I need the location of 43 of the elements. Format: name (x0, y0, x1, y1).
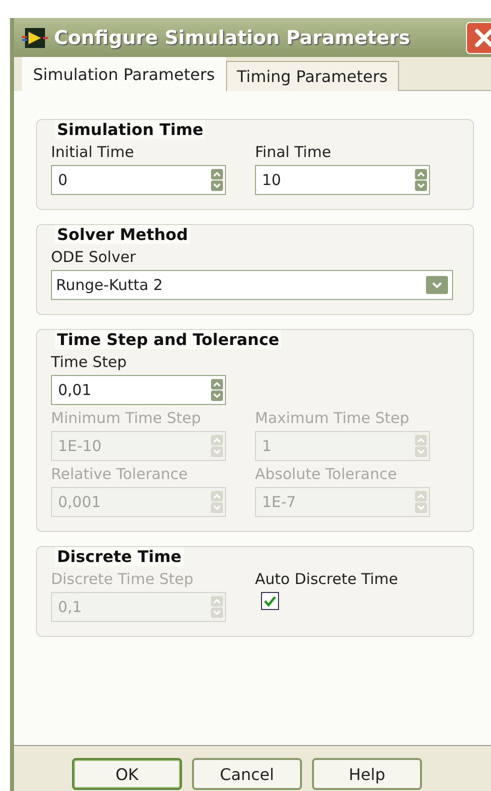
field-value: 10 (262, 171, 282, 189)
field-label: Minimum Time Step (51, 409, 202, 427)
field-label: Maximum Time Step (255, 409, 410, 427)
tab[interactable]: Simulation Parameters (22, 57, 226, 91)
numeric-field[interactable]: 0,01 (51, 375, 226, 405)
spinner-icon[interactable] (211, 596, 223, 618)
numeric-field[interactable]: 10 (255, 165, 430, 195)
field-value: 1E-7 (262, 493, 296, 511)
spinner-icon[interactable] (211, 169, 223, 191)
group-title: Time Step and Tolerance (55, 330, 282, 349)
tab[interactable]: Timing Parameters (226, 61, 399, 91)
field-label: ODE Solver (51, 248, 137, 266)
field-label: Absolute Tolerance (255, 465, 398, 483)
group-title: Solver Method (55, 225, 190, 244)
field-label: Auto Discrete Time (255, 570, 400, 588)
field-label: Final Time (255, 143, 332, 161)
field-label: Relative Tolerance (51, 465, 189, 483)
field-label: Initial Time (51, 143, 135, 161)
checkbox[interactable] (261, 592, 279, 610)
dialog-button[interactable]: Help (312, 758, 422, 790)
spinner-icon[interactable] (211, 491, 223, 513)
spinner-icon[interactable] (415, 169, 427, 191)
field-value: 0 (58, 171, 68, 189)
field-value: 0,001 (58, 493, 101, 511)
spinner-icon[interactable] (415, 435, 427, 457)
spinner-icon[interactable] (415, 491, 427, 513)
dropdown-field[interactable]: Runge-Kutta 2 (51, 270, 453, 300)
numeric-field[interactable]: 0 (51, 165, 226, 195)
window-title: Configure Simulation Parameters (54, 26, 410, 48)
group-title: Discrete Time (55, 547, 184, 566)
group-title: Simulation Time (55, 120, 206, 139)
dialog-button[interactable]: OK (72, 758, 182, 790)
dialog-button[interactable]: Cancel (192, 758, 302, 790)
spinner-icon[interactable] (211, 435, 223, 457)
app-icon (22, 26, 48, 48)
field-label: Time Step (51, 353, 128, 371)
field-label: Discrete Time Step (51, 570, 194, 588)
field-value: 1E-10 (58, 437, 102, 455)
field-value: 0,01 (58, 381, 92, 399)
field-value: 1 (262, 437, 272, 455)
field-value: 0,1 (58, 598, 82, 616)
field-value: Runge-Kutta 2 (56, 276, 163, 294)
spinner-icon[interactable] (211, 379, 223, 401)
